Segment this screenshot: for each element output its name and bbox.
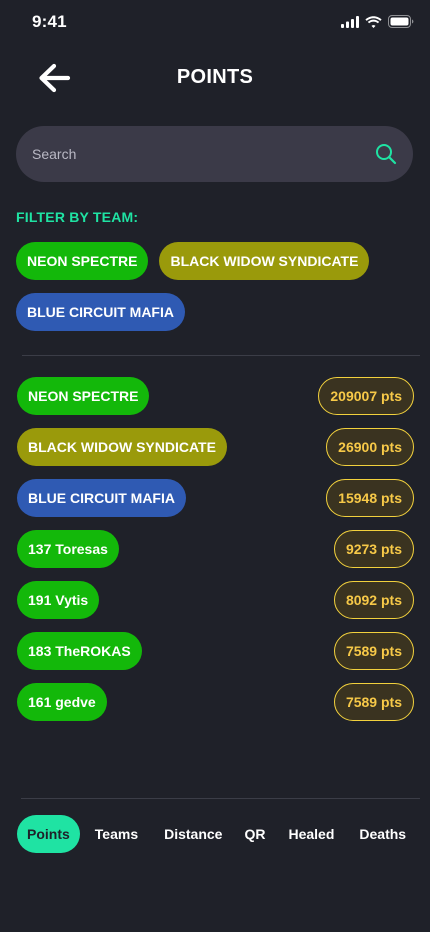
search-input[interactable] xyxy=(32,126,362,182)
ranking-list: NEON SPECTRE 209007 pts BLACK WIDOW SYND… xyxy=(17,377,414,734)
ranking-row[interactable]: BLUE CIRCUIT MAFIA 15948 pts xyxy=(17,479,414,517)
ranking-name: 161 gedve xyxy=(17,683,107,721)
search-icon[interactable] xyxy=(375,143,397,165)
tab-points[interactable]: Points xyxy=(17,815,80,853)
search-bar xyxy=(16,126,413,182)
ranking-row[interactable]: NEON SPECTRE 209007 pts xyxy=(17,377,414,415)
ranking-points: 9273 pts xyxy=(333,530,414,568)
ranking-name: BLACK WIDOW SYNDICATE xyxy=(17,428,227,466)
team-filter-chips: NEON SPECTRE BLACK WIDOW SYNDICATE BLUE … xyxy=(16,242,416,331)
tab-healed[interactable]: Healed xyxy=(278,815,344,853)
ranking-row[interactable]: 191 Vytis 8092 pts xyxy=(17,581,414,619)
cellular-signal-icon xyxy=(341,15,359,28)
ranking-points: 7589 pts xyxy=(333,632,414,670)
ranking-row[interactable]: 161 gedve 7589 pts xyxy=(17,683,414,721)
ranking-row[interactable]: 137 Toresas 9273 pts xyxy=(17,530,414,568)
page-title: POINTS xyxy=(176,66,254,88)
filter-label: FILTER BY TEAM: xyxy=(16,209,139,225)
divider xyxy=(22,355,420,356)
ranking-name: 183 TheROKAS xyxy=(17,632,142,670)
filter-chip-blue-circuit-mafia[interactable]: BLUE CIRCUIT MAFIA xyxy=(16,293,185,331)
status-time: 9:41 xyxy=(32,12,67,31)
ranking-points: 26900 pts xyxy=(326,428,414,466)
ranking-row[interactable]: BLACK WIDOW SYNDICATE 26900 pts xyxy=(17,428,414,466)
filter-chip-neon-spectre[interactable]: NEON SPECTRE xyxy=(16,242,149,280)
tab-distance[interactable]: Distance xyxy=(154,815,232,853)
tab-qr[interactable]: QR xyxy=(234,815,275,853)
status-bar: 9:41 xyxy=(0,0,430,44)
filter-chip-black-widow-syndicate[interactable]: BLACK WIDOW SYNDICATE xyxy=(159,242,370,280)
divider xyxy=(21,798,420,799)
ranking-points: 7589 pts xyxy=(333,683,414,721)
ranking-row[interactable]: 183 TheROKAS 7589 pts xyxy=(17,632,414,670)
status-icons xyxy=(341,15,414,28)
ranking-points: 209007 pts xyxy=(318,377,414,415)
header: POINTS xyxy=(0,56,430,100)
ranking-points: 15948 pts xyxy=(326,479,414,517)
wifi-icon xyxy=(365,15,382,28)
ranking-name: 191 Vytis xyxy=(17,581,100,619)
tab-teams[interactable]: Teams xyxy=(85,815,148,853)
battery-icon xyxy=(388,15,414,28)
ranking-name: BLUE CIRCUIT MAFIA xyxy=(17,479,186,517)
category-tabs: Points Teams Distance QR Healed Deaths xyxy=(17,815,417,853)
ranking-name: NEON SPECTRE xyxy=(17,377,150,415)
ranking-points: 8092 pts xyxy=(333,581,414,619)
ranking-name: 137 Toresas xyxy=(17,530,119,568)
tab-deaths[interactable]: Deaths xyxy=(349,815,416,853)
